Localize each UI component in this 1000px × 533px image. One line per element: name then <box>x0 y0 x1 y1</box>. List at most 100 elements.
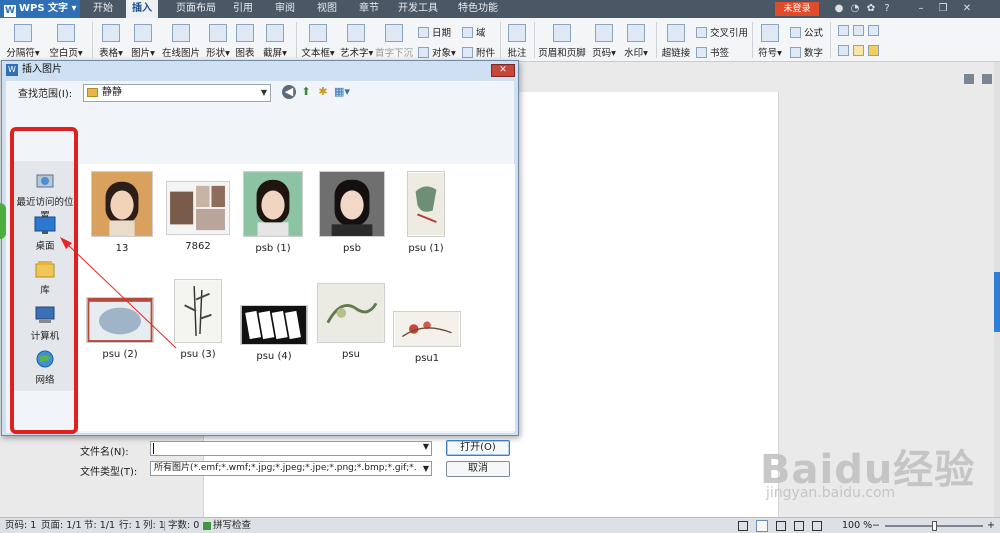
wordart-icon <box>347 24 365 42</box>
file-item[interactable]: psb <box>317 171 387 254</box>
app-name: WPS 文字 <box>19 3 69 14</box>
tab-insert[interactable]: 插入 <box>126 0 158 18</box>
textbox-button[interactable]: 文本框▾ <box>300 24 336 59</box>
tab-references[interactable]: 引用 <box>228 0 258 18</box>
file-item[interactable]: psu (4) <box>239 305 309 362</box>
web-view-icon[interactable] <box>794 521 804 531</box>
file-item[interactable]: psu (2) <box>85 297 155 360</box>
attachment-button[interactable]: 附件 <box>462 45 495 59</box>
reading-view-icon[interactable] <box>812 521 822 531</box>
online-picture-button[interactable]: 在线图片 <box>162 24 200 59</box>
page-number-button[interactable]: 页码▾ <box>590 24 618 59</box>
status-word-count[interactable]: 字数: 0 <box>168 518 199 533</box>
fullscreen-icon[interactable] <box>738 521 748 531</box>
file-item[interactable]: 7862 <box>163 181 233 252</box>
app-menu-button[interactable]: W WPS 文字 ▾ <box>0 0 80 18</box>
zoom-out-button[interactable]: − <box>872 518 880 533</box>
ribbon-separator <box>500 22 501 58</box>
design-mode-icon[interactable] <box>838 45 849 56</box>
zoom-level[interactable]: 100 % <box>842 518 872 533</box>
watermark-button[interactable]: 水印▾ <box>622 24 650 59</box>
dropcap-button[interactable]: 首字下沉 <box>374 24 414 59</box>
tab-developer[interactable]: 开发工具 <box>392 0 444 18</box>
file-item[interactable]: psu (3) <box>163 279 233 360</box>
page-view-icon[interactable] <box>756 520 768 532</box>
screenshot-button[interactable]: 截屏▾ <box>260 24 290 59</box>
dialog-close-button[interactable]: ✕ <box>491 64 515 77</box>
open-button[interactable]: 打开(O) <box>446 440 510 456</box>
panel-icon[interactable] <box>964 74 974 84</box>
header-footer-button[interactable]: 页眉和页脚 <box>538 24 586 59</box>
sync-icon[interactable]: ◔ <box>848 1 862 17</box>
restore-icon[interactable]: ❐ <box>936 1 950 17</box>
tab-special-features[interactable]: 特色功能 <box>452 0 504 18</box>
table-icon <box>102 24 120 42</box>
hyperlink-button[interactable]: 超链接 <box>660 24 692 59</box>
view-menu-icon[interactable]: ▦▾ <box>333 85 351 99</box>
file-item[interactable]: 13 <box>87 171 157 254</box>
pencil-icon[interactable] <box>853 45 864 56</box>
status-column: 列: 1 <box>143 520 165 531</box>
back-icon[interactable]: ◀ <box>282 85 296 99</box>
lock-icon[interactable] <box>868 45 879 56</box>
object-button[interactable]: 对象▾ <box>418 45 456 59</box>
filetype-dropdown[interactable]: 所有图片(*.emf;*.wmf;*.jpg;*.jpeg;*.jpe;*.pn… <box>150 461 432 476</box>
filetype-value: 所有图片(*.emf;*.wmf;*.jpg;*.jpeg;*.jpe;*.pn… <box>154 463 417 473</box>
file-item[interactable]: psu1 <box>392 311 462 364</box>
number-button[interactable]: 数字 <box>790 45 823 59</box>
shapes-button[interactable]: 形状▾ <box>204 24 232 59</box>
new-folder-icon[interactable]: ✱ <box>316 85 330 99</box>
watermark-url: jingyan.baidu.com <box>766 485 896 501</box>
zoom-slider[interactable] <box>885 521 983 531</box>
pin-icon[interactable] <box>982 74 992 84</box>
up-folder-icon[interactable]: ⬆ <box>299 85 313 99</box>
chevron-down-icon[interactable]: ▼ <box>422 442 429 451</box>
page-break-button[interactable]: 分隔符▾ <box>6 24 40 59</box>
status-separator <box>164 521 165 531</box>
tab-view[interactable]: 视图 <box>312 0 342 18</box>
form-text-icon[interactable] <box>838 25 849 36</box>
skin-icon[interactable]: ● <box>832 1 846 17</box>
dialog-title-bar[interactable]: W 插入图片 <box>2 61 518 79</box>
zoom-in-button[interactable]: + <box>987 518 995 533</box>
file-item[interactable]: psu (1) <box>391 171 461 254</box>
picture-icon <box>134 24 152 42</box>
cancel-button[interactable]: 取消 <box>446 461 510 477</box>
cross-reference-button[interactable]: 交叉引用 <box>696 25 748 39</box>
blank-page-button[interactable]: 空白页▾ <box>46 24 86 59</box>
table-button[interactable]: 表格▾ <box>96 24 126 59</box>
tab-chapter[interactable]: 章节 <box>354 0 384 18</box>
file-item[interactable]: psb (1) <box>238 171 308 254</box>
settings-icon[interactable]: ✿ <box>864 1 878 17</box>
comment-button[interactable]: 批注 <box>504 24 530 59</box>
login-button[interactable]: 未登录 <box>775 2 819 16</box>
help-icon[interactable]: ? <box>880 1 894 17</box>
checkbox-icon[interactable] <box>853 25 864 36</box>
scroll-thumb[interactable] <box>994 272 1000 332</box>
tab-page-layout[interactable]: 页面布局 <box>170 0 222 18</box>
wps-logo-icon: W <box>6 64 18 76</box>
wordart-button[interactable]: 艺术字▾ <box>340 24 373 59</box>
filename-input[interactable]: ▼ <box>150 441 432 456</box>
tab-home[interactable]: 开始 <box>88 0 118 18</box>
file-item[interactable]: psu <box>316 283 386 360</box>
picture-button[interactable]: 图片▾ <box>128 24 158 59</box>
symbol-button[interactable]: 符号▾ <box>756 24 784 59</box>
dropdown-form-icon[interactable] <box>868 25 879 36</box>
field-button[interactable]: 域 <box>462 25 486 39</box>
outline-view-icon[interactable] <box>776 521 786 531</box>
side-handle[interactable] <box>0 203 6 239</box>
ribbon-toolbar: 分隔符▾ 空白页▾ 表格▾ 图片▾ 在线图片 形状▾ 图表 截屏▾ 文本框▾ 艺… <box>0 18 1000 62</box>
chart-button[interactable]: 图表 <box>234 24 256 59</box>
status-row: 行: 1 <box>119 520 141 531</box>
minimize-icon[interactable]: – <box>914 1 928 17</box>
tab-review[interactable]: 审阅 <box>270 0 300 18</box>
chevron-down-icon[interactable]: ▼ <box>422 462 429 475</box>
date-button[interactable]: 日期 <box>418 25 451 39</box>
zoom-slider-knob[interactable] <box>932 521 937 531</box>
look-in-dropdown[interactable]: 静静 ▼ <box>83 84 271 102</box>
status-spellcheck[interactable]: 拼写检查 <box>213 518 251 533</box>
bookmark-button[interactable]: 书签 <box>696 45 729 59</box>
equation-button[interactable]: 公式 <box>790 25 823 39</box>
close-window-icon[interactable]: ✕ <box>960 1 974 17</box>
